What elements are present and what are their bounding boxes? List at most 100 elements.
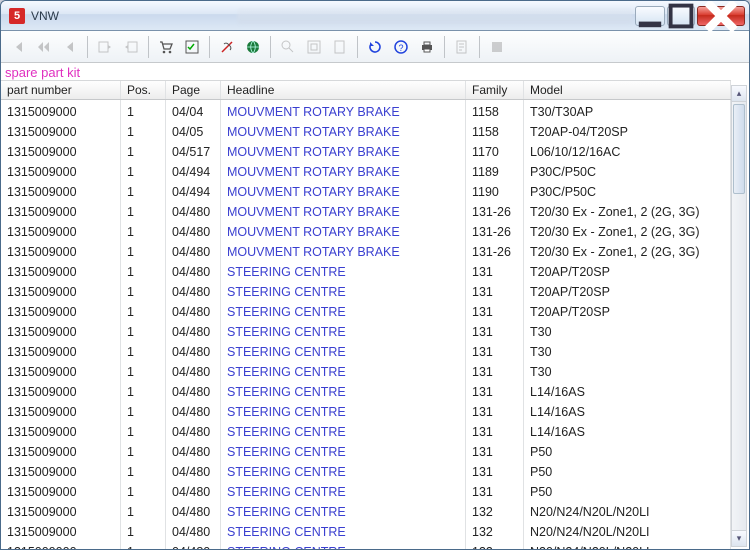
table-row[interactable]: 1315009000104/494MOUVMENT ROTARY BRAKE11… [1,180,731,200]
table-row[interactable]: 1315009000104/480STEERING CENTRE132N20/N… [1,540,731,550]
table-row[interactable]: 1315009000104/517MOUVMENT ROTARY BRAKE11… [1,140,731,160]
cell-partnumber: 1315009000 [1,100,121,120]
table-row[interactable]: 1315009000104/480STEERING CENTRE131L14/1… [1,400,731,420]
cell-headline[interactable]: STEERING CENTRE [221,500,466,520]
cell-headline[interactable]: STEERING CENTRE [221,340,466,360]
cell-headline[interactable]: MOUVMENT ROTARY BRAKE [221,200,466,220]
scroll-up-button[interactable]: ▴ [732,86,746,102]
table-row[interactable]: 1315009000104/480MOUVMENT ROTARY BRAKE13… [1,200,731,220]
scroll-down-button[interactable]: ▾ [732,530,746,546]
note-button[interactable] [451,36,473,58]
print-button[interactable] [416,36,438,58]
cell-headline[interactable]: STEERING CENTRE [221,440,466,460]
cell-headline[interactable]: STEERING CENTRE [221,480,466,500]
cell-headline[interactable]: MOUVMENT ROTARY BRAKE [221,100,466,120]
cell-headline[interactable]: STEERING CENTRE [221,460,466,480]
globe-button[interactable] [242,36,264,58]
cell-headline[interactable]: STEERING CENTRE [221,420,466,440]
refresh-button[interactable] [364,36,386,58]
col-model[interactable]: Model [524,81,731,99]
nav-prev-button[interactable] [59,36,81,58]
table-row[interactable]: 1315009000104/480STEERING CENTRE132N20/N… [1,520,731,540]
cell-headline[interactable]: STEERING CENTRE [221,300,466,320]
table-row[interactable]: 1315009000104/480STEERING CENTRE131L14/1… [1,420,731,440]
table-row[interactable]: 1315009000104/494MOUVMENT ROTARY BRAKE11… [1,160,731,180]
cell-model: T30 [524,340,731,360]
col-family[interactable]: Family [466,81,524,99]
app-icon: 5 [9,8,25,24]
col-page[interactable]: Page [166,81,221,99]
vertical-scrollbar[interactable]: ▴ ▾ [731,85,747,547]
cell-headline[interactable]: STEERING CENTRE [221,260,466,280]
toolbar-separator [479,36,480,58]
cell-headline[interactable]: MOUVMENT ROTARY BRAKE [221,120,466,140]
table-row[interactable]: 1315009000104/480MOUVMENT ROTARY BRAKE13… [1,220,731,240]
table-row[interactable]: 1315009000104/480STEERING CENTRE131T30 [1,360,731,380]
table-row[interactable]: 1315009000104/480STEERING CENTRE131T20AP… [1,300,731,320]
maximize-button[interactable] [667,6,695,26]
close-button[interactable] [697,6,745,26]
cell-headline[interactable]: MOUVMENT ROTARY BRAKE [221,220,466,240]
toolbar-separator [148,36,149,58]
cart-button[interactable] [155,36,177,58]
cell-family: 131 [466,300,524,320]
cell-pos: 1 [121,140,166,160]
table-row[interactable]: 1315009000104/480STEERING CENTRE131T20AP… [1,260,731,280]
cell-page: 04/480 [166,520,221,540]
cell-partnumber: 1315009000 [1,280,121,300]
cell-pos: 1 [121,380,166,400]
unplug-button[interactable] [216,36,238,58]
table-row[interactable]: 1315009000104/480STEERING CENTRE131T20AP… [1,280,731,300]
zoom-button[interactable] [277,36,299,58]
nav-rewind-button[interactable] [33,36,55,58]
col-pos[interactable]: Pos. [121,81,166,99]
col-partnumber[interactable]: part number [1,81,121,99]
table-row[interactable]: 1315009000104/480MOUVMENT ROTARY BRAKE13… [1,240,731,260]
table-row[interactable]: 1315009000104/480STEERING CENTRE132N20/N… [1,500,731,520]
cell-model: N20/N24/N20L/N20LI [524,520,731,540]
cell-partnumber: 1315009000 [1,260,121,280]
table-row[interactable]: 1315009000104/480STEERING CENTRE131T30 [1,320,731,340]
page-button[interactable] [329,36,351,58]
import-button[interactable] [120,36,142,58]
cell-page: 04/04 [166,100,221,120]
table-row[interactable]: 1315009000104/480STEERING CENTRE131L14/1… [1,380,731,400]
minimize-button[interactable] [635,6,665,26]
cell-headline[interactable]: MOUVMENT ROTARY BRAKE [221,160,466,180]
cell-family: 131 [466,420,524,440]
help-button[interactable]: ? [390,36,412,58]
cell-partnumber: 1315009000 [1,140,121,160]
cell-headline[interactable]: MOUVMENT ROTARY BRAKE [221,180,466,200]
cell-headline[interactable]: STEERING CENTRE [221,520,466,540]
cell-pos: 1 [121,500,166,520]
col-headline[interactable]: Headline [221,81,466,99]
cell-headline[interactable]: STEERING CENTRE [221,320,466,340]
cell-headline[interactable]: STEERING CENTRE [221,400,466,420]
table-row[interactable]: 1315009000104/480STEERING CENTRE131P50 [1,460,731,480]
fit-button[interactable] [303,36,325,58]
cell-headline[interactable]: MOUVMENT ROTARY BRAKE [221,140,466,160]
cell-model: T20AP/T20SP [524,280,731,300]
table-row[interactable]: 1315009000104/480STEERING CENTRE131T30 [1,340,731,360]
table-row[interactable]: 1315009000104/04MOUVMENT ROTARY BRAKE115… [1,100,731,120]
cell-headline[interactable]: STEERING CENTRE [221,540,466,550]
cell-headline[interactable]: MOUVMENT ROTARY BRAKE [221,240,466,260]
cell-pos: 1 [121,220,166,240]
window-title: VNW [31,9,229,23]
cell-headline[interactable]: STEERING CENTRE [221,380,466,400]
breadcrumb-link[interactable]: spare part kit [1,63,749,80]
table-row[interactable]: 1315009000104/480STEERING CENTRE131P50 [1,440,731,460]
title-bar[interactable]: 5 VNW [1,1,749,31]
cell-headline[interactable]: STEERING CENTRE [221,360,466,380]
cell-family: 1190 [466,180,524,200]
cell-partnumber: 1315009000 [1,520,121,540]
export-button[interactable] [94,36,116,58]
cell-model: L14/16AS [524,380,731,400]
table-row[interactable]: 1315009000104/05MOUVMENT ROTARY BRAKE115… [1,120,731,140]
nav-first-button[interactable] [7,36,29,58]
cell-headline[interactable]: STEERING CENTRE [221,280,466,300]
stop-button[interactable] [486,36,508,58]
table-row[interactable]: 1315009000104/480STEERING CENTRE131P50 [1,480,731,500]
scroll-thumb[interactable] [733,104,745,194]
checklist-button[interactable] [181,36,203,58]
